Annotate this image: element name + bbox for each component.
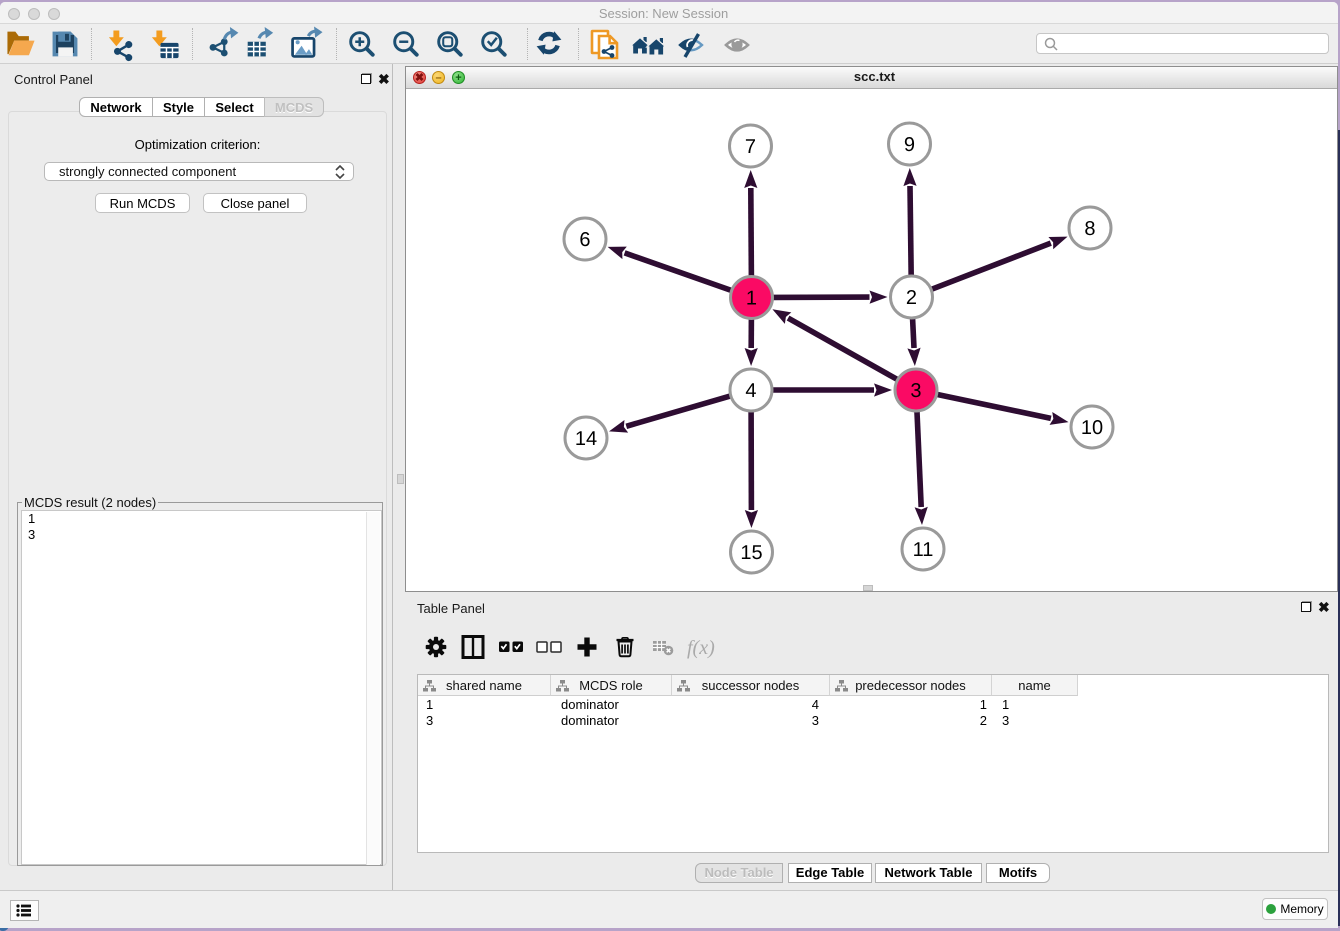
svg-text:4: 4 — [745, 380, 756, 402]
svg-text:11: 11 — [913, 539, 934, 561]
svg-text:f(x): f(x) — [687, 637, 715, 659]
svg-text:7: 7 — [745, 136, 756, 158]
svg-text:10: 10 — [1081, 417, 1103, 439]
svg-text:1: 1 — [746, 287, 757, 309]
svg-text:8: 8 — [1084, 218, 1095, 240]
svg-text:15: 15 — [740, 542, 762, 564]
svg-text:9: 9 — [904, 134, 915, 156]
svg-text:3: 3 — [910, 380, 921, 402]
svg-text:6: 6 — [579, 229, 590, 251]
svg-text:2: 2 — [906, 287, 917, 309]
svg-text:14: 14 — [575, 428, 597, 450]
